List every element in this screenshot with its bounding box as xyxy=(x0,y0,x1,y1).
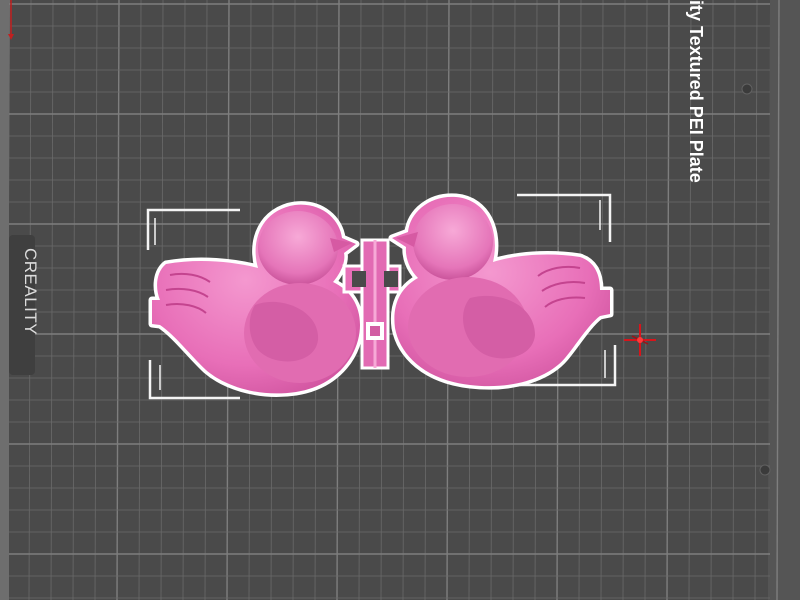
plate-screw-icon xyxy=(759,464,771,476)
brand-logo: CREALITY xyxy=(10,248,40,368)
plate-screw-icon xyxy=(741,83,753,95)
duck-head xyxy=(413,204,493,280)
duck-head xyxy=(258,211,338,285)
brand-text: CREALITY xyxy=(21,248,40,336)
plate-type-label: ity Textured PEI Plate xyxy=(686,0,706,183)
scene-canvas[interactable] xyxy=(0,0,800,600)
plate-left-edge xyxy=(0,0,9,600)
3d-viewport[interactable]: ity Textured PEI Plate CREALITY xyxy=(0,0,800,600)
